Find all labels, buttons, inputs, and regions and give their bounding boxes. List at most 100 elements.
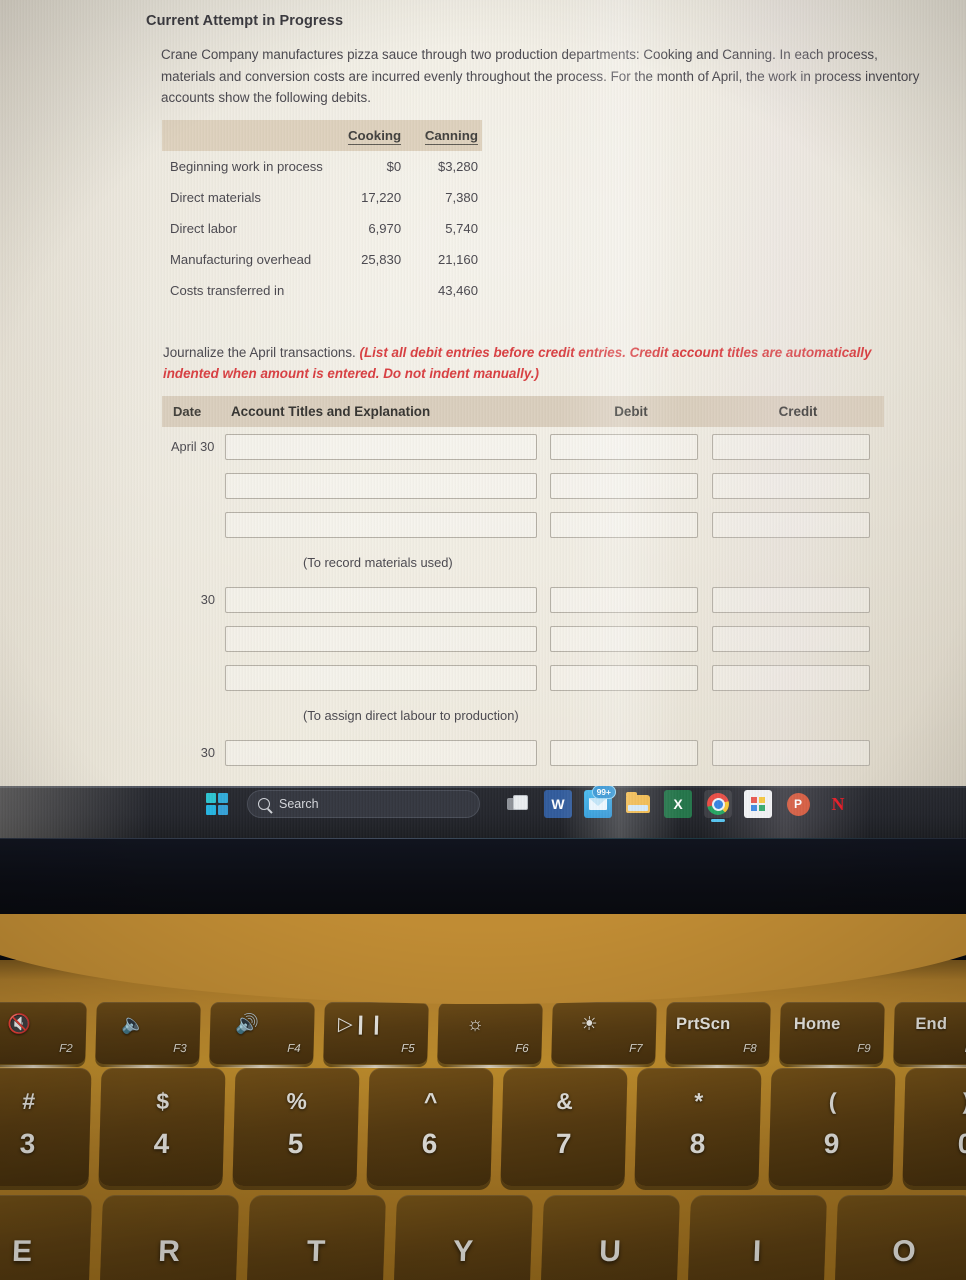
key-8[interactable]: * 8 — [634, 1068, 762, 1186]
taskbar-item-file-explorer[interactable] — [624, 790, 652, 818]
account-input[interactable] — [225, 586, 537, 613]
credit-input[interactable] — [712, 586, 870, 613]
search-input[interactable]: Search — [247, 790, 480, 818]
key-o[interactable]: O — [833, 1195, 966, 1280]
brightness-up-icon: ☀ — [580, 1014, 599, 1035]
key-0[interactable]: ) 0 — [902, 1068, 966, 1186]
folder-icon — [626, 792, 650, 813]
table-row: Direct materials 17,220 7,380 — [162, 182, 482, 213]
account-input[interactable] — [225, 739, 537, 766]
key-y[interactable]: Y — [392, 1195, 534, 1280]
cost-row-canning: $3,280 — [437, 159, 478, 174]
key-4-shift: $ — [155, 1088, 170, 1114]
debit-input[interactable] — [550, 586, 698, 613]
key-8-digit: 8 — [689, 1128, 706, 1159]
key-f4-volume-up[interactable]: 🔊 F4 — [209, 1002, 315, 1064]
key-u[interactable]: U — [539, 1195, 681, 1280]
journal-entry-row: 30 — [162, 733, 884, 772]
start-button[interactable] — [206, 793, 228, 815]
account-input[interactable] — [225, 664, 537, 691]
credit-input[interactable] — [712, 625, 870, 652]
key-f9-home[interactable]: Home F9 — [779, 1002, 885, 1064]
key-3[interactable]: # 3 — [0, 1068, 92, 1186]
journal-debit-cell — [550, 433, 712, 460]
journal-account-cell — [225, 586, 550, 613]
journal-entry-row — [162, 505, 884, 544]
store-icon — [751, 797, 765, 811]
cost-row-canning: 43,460 — [437, 283, 478, 298]
key-7[interactable]: & 7 — [500, 1068, 628, 1186]
keyboard-function-row: 🔇 F2 🔈 F3 🔊 F4 ▷❙❙ F5 ☼ F6 ☀ F7 PrtScn F… — [0, 1002, 966, 1064]
table-row: Manufacturing overhead 25,830 21,160 — [162, 244, 482, 275]
assignment-document: Current Attempt in Progress Crane Compan… — [0, 0, 966, 790]
key-f8-print-screen[interactable]: PrtScn F8 — [665, 1002, 771, 1064]
journal-debit-cell — [550, 664, 712, 691]
keyboard-letter-row: E R T Y U I O — [0, 1195, 966, 1280]
key-f6-label: F6 — [515, 1043, 529, 1055]
debit-input[interactable] — [550, 433, 698, 460]
key-4-digit: 4 — [153, 1128, 170, 1159]
taskbar-item-chrome[interactable] — [704, 790, 732, 822]
debit-input[interactable] — [550, 625, 698, 652]
key-f7-label: F7 — [629, 1043, 643, 1055]
cost-table-header-row: Cooking Canning — [162, 120, 482, 151]
key-f3-volume-down[interactable]: 🔈 F3 — [95, 1002, 201, 1064]
taskbar-item-excel[interactable]: X — [664, 790, 692, 818]
account-input[interactable] — [225, 511, 537, 538]
taskbar-item-powerpoint[interactable]: P — [784, 790, 812, 818]
journal-credit-cell — [712, 664, 884, 691]
debit-input[interactable] — [550, 664, 698, 691]
credit-input[interactable] — [712, 664, 870, 691]
taskbar-item-word[interactable]: W — [544, 790, 572, 818]
key-f9-label: F9 — [857, 1043, 871, 1055]
key-f7-brightness-up[interactable]: ☀ F7 — [551, 1002, 657, 1064]
key-r[interactable]: R — [98, 1195, 240, 1280]
debit-input[interactable] — [550, 739, 698, 766]
key-6-digit: 6 — [421, 1128, 438, 1159]
key-9[interactable]: ( 9 — [768, 1068, 896, 1186]
journal-entry-row: 30 — [162, 580, 884, 619]
account-input[interactable] — [225, 625, 537, 652]
account-input[interactable] — [225, 472, 537, 499]
debit-input[interactable] — [550, 472, 698, 499]
keyboard-number-row: # 3 $ 4 % 5 ^ 6 & 7 * 8 ( 9 ) 0 — [0, 1068, 966, 1186]
key-i-label: I — [752, 1235, 762, 1268]
taskbar-item-task-view[interactable] — [504, 790, 532, 818]
key-f10-end[interactable]: End F10 — [893, 1002, 966, 1064]
credit-input[interactable] — [712, 511, 870, 538]
key-r-label: R — [157, 1235, 181, 1268]
cost-row-label: Manufacturing overhead — [170, 252, 312, 267]
journal-account-cell — [225, 625, 550, 652]
key-6-shift: ^ — [423, 1088, 438, 1114]
task-view-icon-front — [513, 795, 528, 810]
key-f6-brightness-down[interactable]: ☼ F6 — [437, 1002, 543, 1064]
account-input[interactable] — [225, 433, 537, 460]
key-5[interactable]: % 5 — [232, 1068, 360, 1186]
key-f2-mute[interactable]: 🔇 F2 — [0, 1002, 87, 1064]
taskbar-item-mail[interactable]: 99+ — [584, 786, 616, 818]
credit-input[interactable] — [712, 433, 870, 460]
print-screen-label: PrtScn — [675, 1015, 731, 1033]
key-4[interactable]: $ 4 — [98, 1068, 226, 1186]
journal-credit-cell — [712, 511, 884, 538]
journal-entry-row — [162, 619, 884, 658]
taskbar-item-netflix[interactable]: N — [824, 790, 852, 818]
taskbar-item-microsoft-store[interactable] — [744, 790, 772, 818]
key-t[interactable]: T — [245, 1195, 387, 1280]
journal-note-row: (To assign direct labour to production) — [162, 697, 884, 733]
mute-icon: 🔇 — [7, 1014, 32, 1035]
journal-col-account: Account Titles and Explanation — [231, 404, 431, 419]
play-pause-icon: ▷❙❙ — [337, 1014, 385, 1035]
key-6[interactable]: ^ 6 — [366, 1068, 494, 1186]
key-y-label: Y — [452, 1235, 474, 1268]
key-e[interactable]: E — [0, 1195, 93, 1280]
journal-debit-cell — [550, 625, 712, 652]
credit-input[interactable] — [712, 472, 870, 499]
journal-entry-row: April 30 — [162, 427, 884, 466]
key-i[interactable]: I — [686, 1195, 828, 1280]
key-f5-play-pause[interactable]: ▷❙❙ F5 — [323, 1002, 429, 1064]
credit-input[interactable] — [712, 739, 870, 766]
debit-input[interactable] — [550, 511, 698, 538]
department-costs-table: Cooking Canning Beginning work in proces… — [162, 120, 482, 306]
key-f5-label: F5 — [401, 1043, 415, 1055]
